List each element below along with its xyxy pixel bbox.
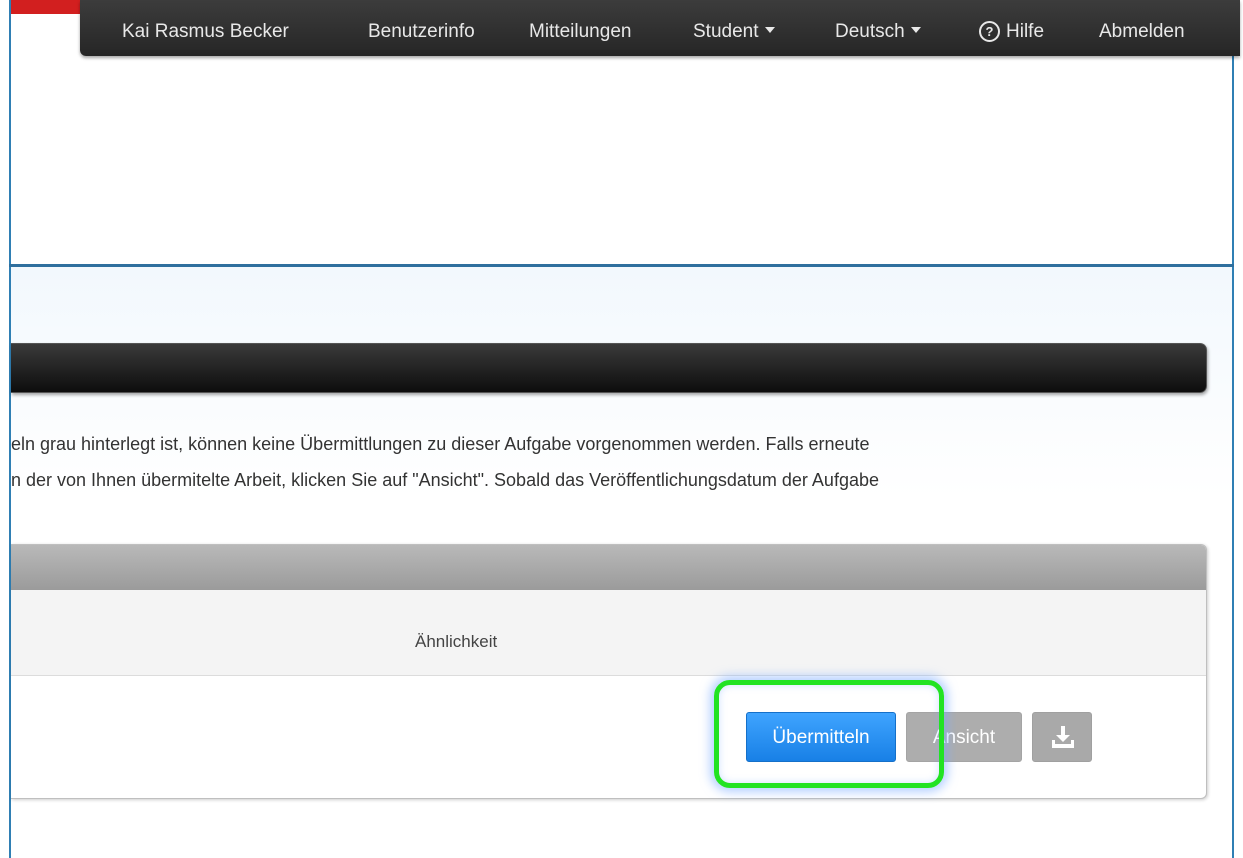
brand-accent-underline xyxy=(11,14,80,16)
help-circle-icon: ? xyxy=(979,21,1000,42)
download-icon xyxy=(1052,726,1074,748)
page: Kai Rasmus Becker Benutzerinfo Mitteilun… xyxy=(0,0,1243,858)
view-button[interactable]: Ansicht xyxy=(906,712,1022,762)
nav-role-dropdown[interactable]: Student xyxy=(693,20,775,44)
nav-user-info[interactable]: Benutzerinfo xyxy=(368,20,475,44)
nav-language-label: Deutsch xyxy=(835,21,905,42)
nav-language-dropdown[interactable]: Deutsch xyxy=(835,20,921,44)
info-text-line-1: eln grau hinterlegt ist, können keine Üb… xyxy=(11,434,870,454)
submission-table: Ähnlichkeit xyxy=(11,544,1207,799)
caret-down-icon xyxy=(764,26,775,33)
caret-down-icon xyxy=(910,26,921,33)
nav-help[interactable]: ? Hilfe xyxy=(979,20,1044,44)
brand-accent-bar xyxy=(11,0,80,14)
nav-user-name[interactable]: Kai Rasmus Becker xyxy=(122,20,289,44)
table-header-bar xyxy=(11,545,1206,590)
nav-messages[interactable]: Mitteilungen xyxy=(529,20,631,44)
submit-button[interactable]: Übermitteln xyxy=(746,712,896,762)
info-text-line-2: n der von Ihnen übermitelte Arbeit, klic… xyxy=(11,470,879,490)
column-header-similarity: Ähnlichkeit xyxy=(415,632,498,651)
frame-border-right xyxy=(1232,0,1234,858)
download-button[interactable] xyxy=(1032,712,1092,762)
section-title-bar xyxy=(11,343,1207,393)
nav-role-label: Student xyxy=(693,21,759,42)
nav-help-label: Hilfe xyxy=(1006,21,1045,42)
table-column-row: Ähnlichkeit xyxy=(11,590,1206,676)
header-separator xyxy=(9,264,1234,267)
top-navigation: Kai Rasmus Becker Benutzerinfo Mitteilun… xyxy=(80,0,1240,56)
nav-logout[interactable]: Abmelden xyxy=(1099,20,1185,44)
